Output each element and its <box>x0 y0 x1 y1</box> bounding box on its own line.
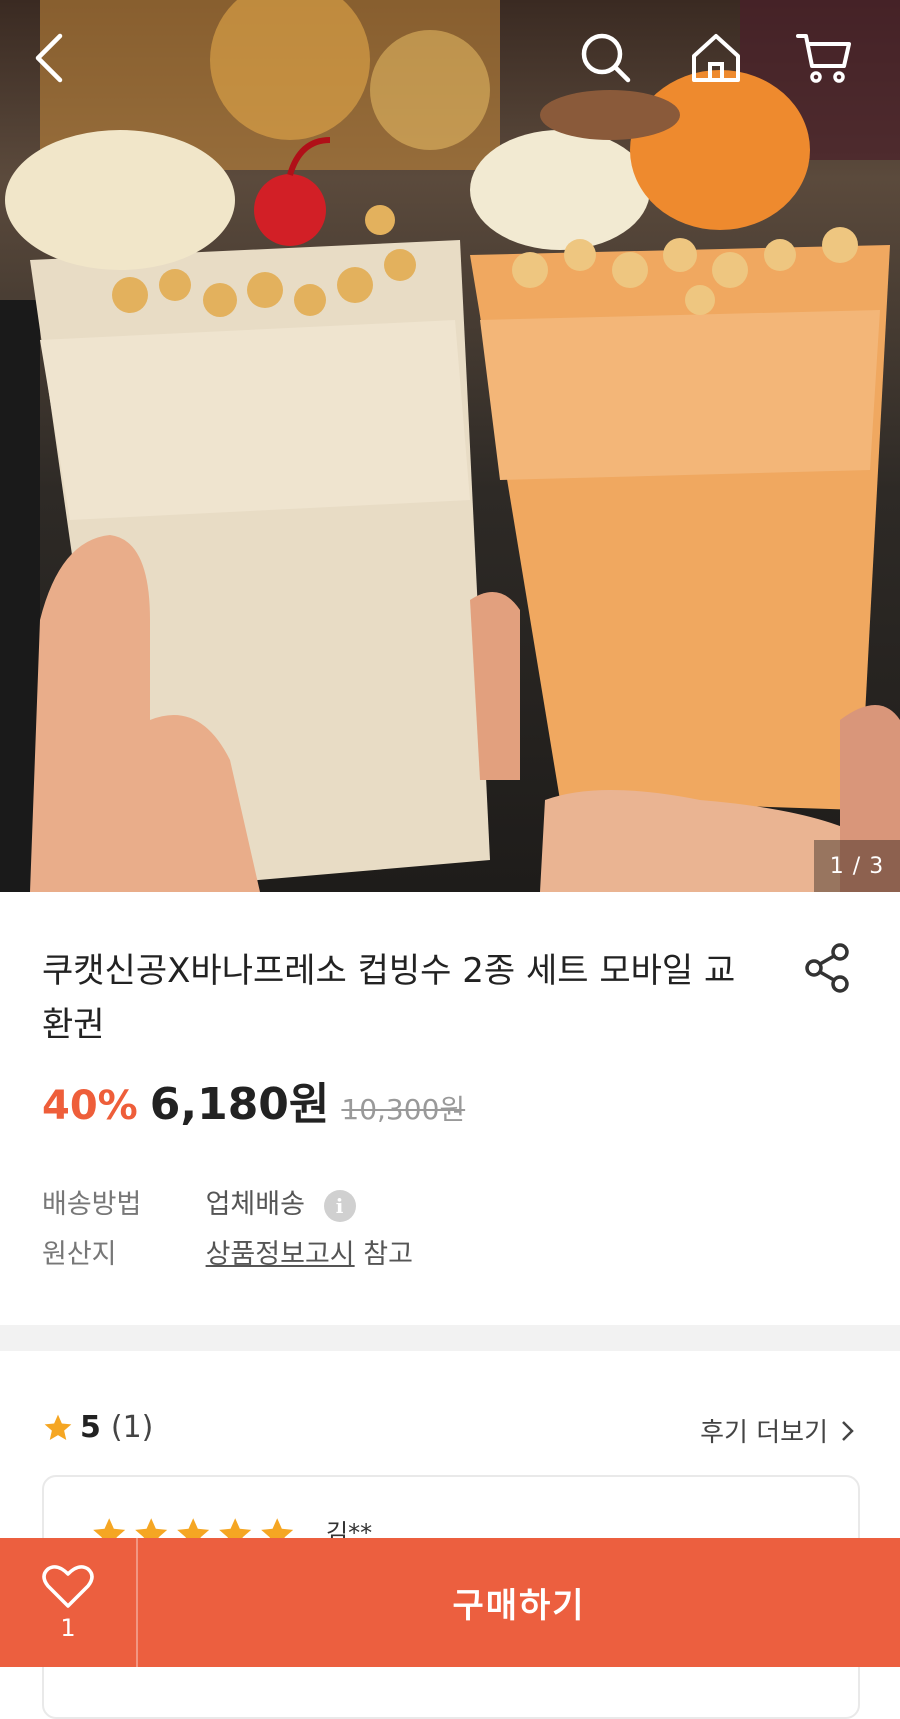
rating-value: 5 <box>80 1410 101 1445</box>
heart-icon <box>42 1564 94 1608</box>
section-divider <box>0 1325 900 1351</box>
like-button[interactable]: 1 <box>0 1538 138 1667</box>
bottom-action-bar: 1 구매하기 <box>0 1538 900 1667</box>
home-button[interactable] <box>688 30 752 94</box>
share-icon <box>805 943 849 993</box>
star-icon <box>44 1414 72 1440</box>
chevron-right-icon <box>842 1420 854 1441</box>
buy-button[interactable]: 구매하기 <box>138 1538 900 1667</box>
sale-price: 6,180원 <box>149 1079 330 1130</box>
home-icon <box>692 34 740 82</box>
origin-suffix: 참고 <box>363 1239 413 1270</box>
image-counter: 1 / 3 <box>814 840 900 892</box>
discount-rate: 40% <box>42 1083 138 1129</box>
price-row: 40% 6,180원 10,300원 <box>42 1068 465 1132</box>
share-button[interactable] <box>800 940 856 996</box>
shipping-label: 배송방법 <box>42 1189 142 1220</box>
product-photo <box>0 0 900 892</box>
more-reviews-link[interactable]: 후기 더보기 <box>700 1412 858 1449</box>
info-icon[interactable]: i <box>323 1189 356 1222</box>
search-icon <box>581 33 631 83</box>
origin-row: 원산지 상품정보고시 참고 <box>42 1232 413 1271</box>
cart-icon <box>796 34 851 83</box>
rating-summary: 5 (1) <box>42 1410 153 1445</box>
shipping-value: 업체배송 <box>205 1189 305 1220</box>
more-reviews-label: 후기 더보기 <box>700 1418 828 1448</box>
like-count: 1 <box>60 1613 76 1642</box>
search-button[interactable] <box>578 30 642 94</box>
review-count: (1) <box>110 1410 154 1445</box>
shipping-row: 배송방법 업체배송 i <box>42 1182 356 1222</box>
back-button[interactable] <box>30 30 94 94</box>
product-title: 쿠캣신공X바나프레소 컵빙수 2종 세트 모바일 교환권 <box>42 951 736 1045</box>
origin-label: 원산지 <box>42 1239 117 1270</box>
original-price: 10,300원 <box>341 1093 466 1126</box>
product-notice-link[interactable]: 상품정보고시 <box>206 1239 355 1270</box>
chevron-left-icon <box>35 33 63 83</box>
product-image[interactable]: 1 / 3 <box>0 0 900 892</box>
cart-button[interactable] <box>794 30 858 94</box>
